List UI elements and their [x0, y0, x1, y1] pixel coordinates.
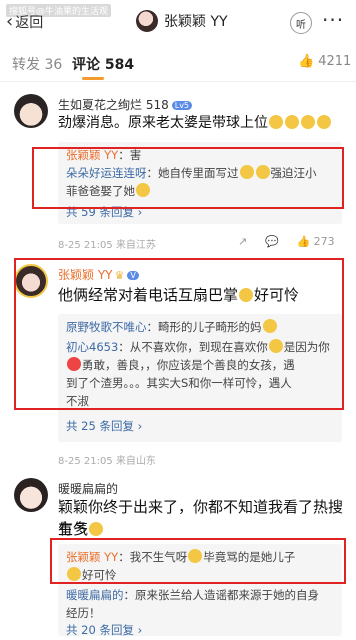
- page-title: 张颖颖 YY: [164, 14, 228, 30]
- more-replies-link[interactable]: 共 20 条回复 ›: [66, 622, 142, 638]
- share-icon[interactable]: ↗: [238, 235, 247, 248]
- avatar[interactable]: [14, 94, 48, 128]
- comment-meta: 8-25 21:05 来自江苏: [58, 240, 156, 251]
- laugh-cry-emoji-icon: [285, 115, 299, 129]
- laugh-cry-emoji-icon: [301, 115, 315, 129]
- emoji-icon: [89, 522, 104, 536]
- comment-meta: 8-25 21:05 来自山东: [58, 456, 156, 467]
- comment-text-cont: 生气: [58, 518, 104, 540]
- highlight-box: [50, 538, 346, 584]
- avatar[interactable]: [14, 478, 48, 512]
- watermark: 搜狐号@牛油果的生活观: [6, 4, 112, 17]
- tab-comment[interactable]: 评论 584: [72, 54, 134, 74]
- tab-bar: 转发 36 评论 584 👍 4211: [0, 44, 356, 82]
- like-count-button[interactable]: 👍 4211: [298, 54, 351, 69]
- listen-button[interactable]: 听: [290, 12, 312, 34]
- thumbs-up-icon: 👍: [298, 54, 315, 69]
- avatar: [136, 10, 158, 32]
- highlight-box: [14, 258, 344, 410]
- more-replies-link[interactable]: 共 25 条回复 ›: [66, 418, 142, 434]
- comment-text: 劲爆消息。原来老太婆是带球上位: [58, 113, 332, 133]
- comment-user-name[interactable]: 生如夏花之绚烂 518 Lv5: [58, 96, 193, 113]
- like-button[interactable]: 👍 273: [297, 235, 335, 248]
- vip-badge: Lv5: [171, 101, 193, 110]
- reply-line: 经历！: [66, 606, 101, 620]
- tab-active-indicator: [82, 77, 104, 80]
- like-count: 4211: [318, 54, 352, 69]
- more-options-icon[interactable]: ···: [322, 8, 344, 32]
- highlight-box: [32, 147, 344, 209]
- comment-user-name[interactable]: 暖暖扁扁的: [58, 480, 118, 497]
- laugh-cry-emoji-icon: [269, 115, 283, 129]
- tab-repost[interactable]: 转发 36: [12, 54, 62, 74]
- comment-actions: ↗ 💬 👍 273: [238, 235, 335, 248]
- reply-line[interactable]: 暖暖扁扁的：原来张兰给人造谣都来源于她的自身: [66, 586, 319, 604]
- nav-title-group[interactable]: 张颖颖 YY: [136, 10, 228, 32]
- comment-icon[interactable]: 💬: [265, 235, 279, 248]
- laugh-cry-emoji-icon: [317, 115, 331, 129]
